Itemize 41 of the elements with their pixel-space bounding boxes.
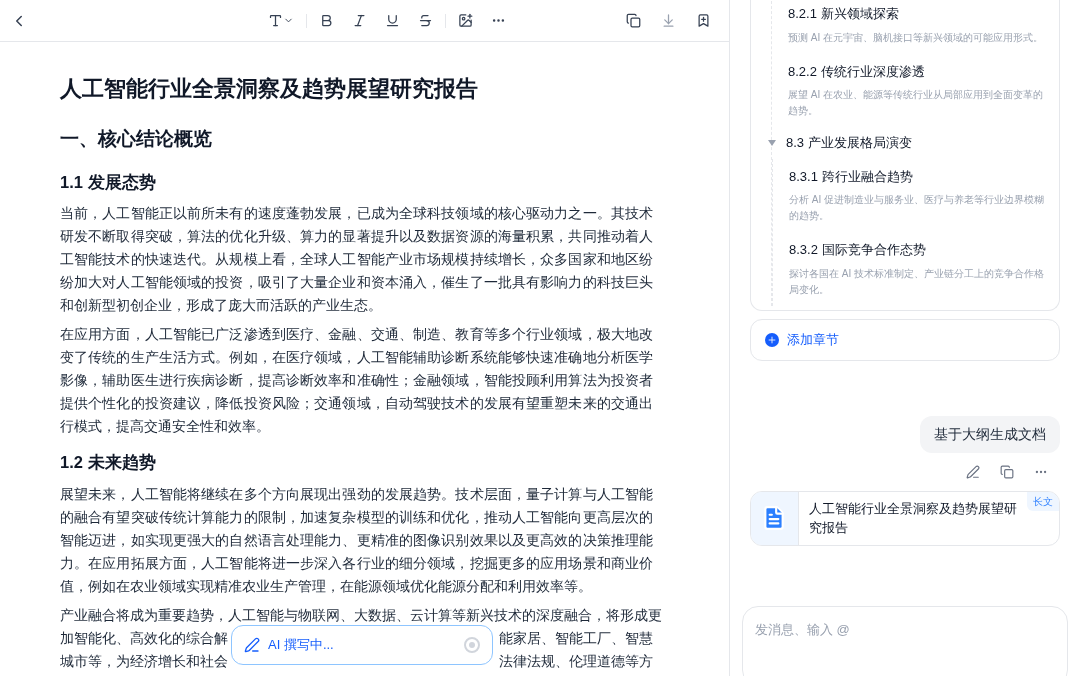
long-text-tag: 长文: [1027, 491, 1059, 511]
paragraph-line: 能家居、智能工厂、智慧: [499, 630, 653, 648]
outline-item-description: 展望 AI 在农业、能源等传统行业从局部应用到全面变革的趋势。: [788, 88, 1044, 118]
download-icon: [661, 13, 676, 28]
plus-icon: [765, 332, 779, 347]
outline-heading[interactable]: 8.3 产业发展格局演变: [786, 133, 912, 153]
section-heading: 一、核心结论概览: [60, 127, 213, 151]
document-title: 人工智能行业全景洞察及趋势展望研究报告: [60, 75, 479, 103]
copy-icon: [626, 13, 641, 28]
outline-item-title[interactable]: 8.3.1 跨行业融合趋势: [789, 166, 1047, 186]
outline-item-description: 分析 AI 促进制造业与服务业、医疗与养老等行业边界模糊的趋势。: [789, 193, 1045, 223]
outline-item-description: 预测 AI 在元宇宙、脑机接口等新兴领域的可能应用形式。: [788, 30, 1044, 45]
paragraph-line: 城市等，为经济增长和社会: [60, 653, 228, 671]
outline-item-description: 探讨各国在 AI 技术标准制定、产业链分工上的竞争合作格局变化。: [789, 266, 1045, 297]
paragraph: 当前，人工智能正以前所未有的速度蓬勃发展，已成为全球科技领域的核心驱动力之一。其技术研发不断取得突破，算法的优化升级、算力的显著提升以及数据资源的海量积累，共同推动着人工智能技术的快速迭代。从规模上看，全球人工智能产业市场规模持续增长，众多国家和地区纷纷加大对人工智能领域的投资，吸引了大量企业和资本涌入，催生了一批具有影响力的科技巨头和创新型初创企业，形成了庞大而活跃的产业生态。: [60, 205, 653, 316]
ai-status-text: AI 撰写中...: [268, 636, 335, 655]
outline-item-title[interactable]: 8.2.2 传统行业深度渗透: [788, 61, 1047, 81]
bold-icon: [319, 13, 334, 28]
subsection-heading: 1.1 发展态势: [60, 171, 157, 193]
document-card[interactable]: 人工智能行业全景洞察及趋势展望研究报告 长文: [750, 490, 1060, 546]
outline-item-title[interactable]: 8.2.1 新兴领域探索: [788, 4, 1047, 24]
document-card-title: 人工智能行业全景洞察及趋势展望研究报告: [808, 500, 1018, 537]
paragraph-line: 法律法规、伦理道德等方: [499, 653, 653, 671]
text-style-icon: [268, 13, 283, 28]
paragraph: 展望未来，人工智能将继续在多个方向展现出强劲的发展趋势。技术层面，量子计算与人工智能的融合有望突破传统计算能力的限制，加速复杂模型的训练和优化，推动人工智能向更高层次的智能迈进，如实现更强大的自然语言处理能力、更精准的图像识别效果以及更高效的决策推理能力。在应用拓展方面，人工智能将进一步深入各行业的细分领域，挖掘更多的应用场景和商业价值，例如在农业领域实现精准农业生产管理，在能源领域优化能源分配和利用效率等。: [60, 486, 653, 596]
pen-icon: [244, 637, 260, 653]
underline-icon: [385, 13, 400, 28]
paragraph-line: 加智能化、高效化的综合解: [60, 630, 228, 648]
paragraph: 在应用方面，人工智能已广泛渗透到医疗、金融、交通、制造、教育等多个行业领域，极大地改变了传统的生产生活方式。例如，在医疗领域，人工智能辅助诊断系统能够快速准确地分析医学影像，辅助医生进行疾病诊断，提高诊断效率和准确性；金融领域，智能投顾利用算法为投资者提供个性化的投资建议，降低投资风险；交通领域，自动驾驶技术的发展有望重塑未来的交通出行模式，提高交通安全性和效率。: [60, 326, 653, 437]
bookmark-icon: [696, 13, 711, 28]
strikethrough-icon: [418, 13, 433, 28]
italic-icon: [352, 13, 367, 28]
outline-item-title[interactable]: 8.3.2 国际竞争合作态势: [789, 240, 1047, 260]
add-section-button[interactable]: 添加章节: [750, 318, 1060, 361]
image-icon: [458, 13, 473, 28]
edit-icon[interactable]: [966, 464, 980, 479]
paragraph-line: 产业融合将成为重要趋势，人工智能与物联网、大数据、云计算等新兴技术的深度融合，将形成更: [60, 607, 662, 625]
copy-icon[interactable]: [1000, 464, 1014, 479]
user-message: 基于大纲生成文档: [920, 415, 1060, 453]
subsection-heading: 1.2 未来趋势: [60, 452, 157, 474]
message-field[interactable]: 发消息、输入 @: [755, 620, 1055, 640]
